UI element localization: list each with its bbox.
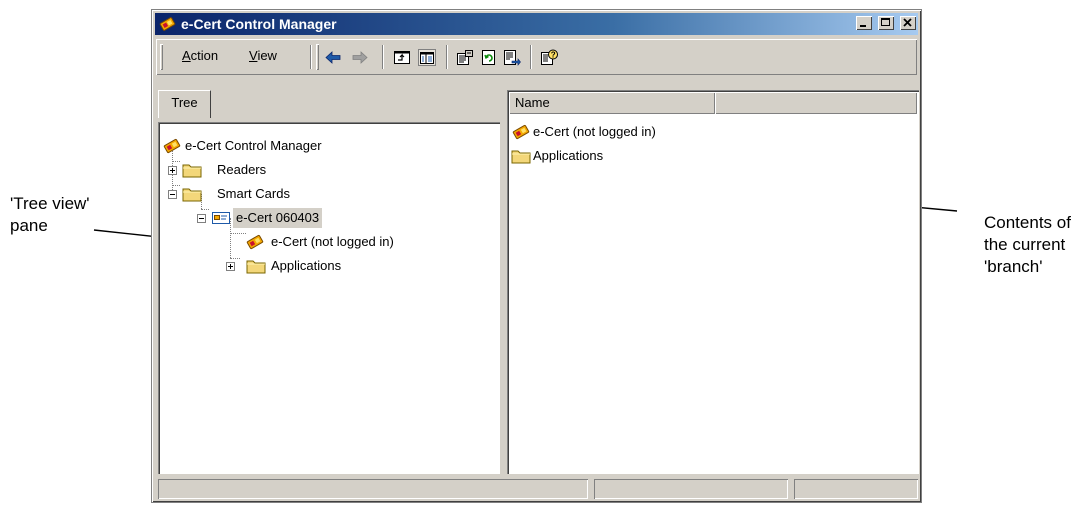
- list-item-label: e-Cert (not logged in): [533, 124, 656, 139]
- tree-item-label: Applications: [271, 258, 342, 273]
- folder-icon: [246, 260, 266, 274]
- expand-plus-icon[interactable]: [168, 166, 177, 175]
- up-one-level-icon[interactable]: [393, 49, 411, 66]
- status-panel-middle: [594, 479, 788, 499]
- back-arrow-icon[interactable]: [324, 49, 342, 66]
- app-window: e-Cert Control Manager Action View ? Tre…: [151, 9, 922, 503]
- window-title: e-Cert Control Manager: [181, 16, 337, 32]
- tree-item-label: e-Cert Control Manager: [185, 138, 322, 153]
- toolbar-separator: [310, 45, 312, 69]
- expand-plus-icon[interactable]: [226, 262, 235, 271]
- properties-icon[interactable]: [456, 49, 474, 66]
- contents-list-pane[interactable]: Name e-Cert (not logged in) Applications: [507, 90, 919, 474]
- menu-action[interactable]: Action: [182, 48, 218, 63]
- refresh-icon[interactable]: [480, 49, 498, 66]
- title-bar[interactable]: e-Cert Control Manager: [155, 13, 918, 35]
- tree-tabstrip: Tree: [158, 90, 503, 118]
- tree-view-pane[interactable]: e-Cert Control Manager Readers Smart Car…: [158, 122, 500, 474]
- tab-tree[interactable]: Tree: [158, 90, 211, 118]
- minimize-button[interactable]: [856, 16, 873, 30]
- close-icon: [903, 18, 912, 27]
- status-panel-right: [794, 479, 918, 499]
- tree-item-label-selected: e-Cert 060403: [233, 208, 323, 228]
- maximize-button[interactable]: [878, 16, 895, 30]
- ecert-app-icon: [159, 17, 176, 31]
- show-hide-tree-icon[interactable]: [418, 49, 436, 66]
- svg-text:?: ?: [551, 51, 556, 60]
- smart-card-icon: [212, 212, 230, 224]
- list-item[interactable]: e-Cert (not logged in): [511, 122, 811, 142]
- tree-item-label: e-Cert (not logged in): [271, 234, 394, 249]
- help-icon[interactable]: ?: [540, 49, 558, 66]
- collapse-minus-icon[interactable]: [197, 214, 206, 223]
- toolbar-separator: [382, 45, 384, 69]
- folder-icon: [511, 150, 531, 164]
- tree-item-label: Smart Cards: [217, 186, 290, 201]
- toolbar-grip[interactable]: [316, 44, 319, 70]
- tree-connector: [230, 233, 246, 235]
- column-header-name[interactable]: Name: [509, 92, 715, 114]
- menu-toolbar: Action View ?: [156, 39, 917, 75]
- list-item-label: Applications: [533, 148, 604, 163]
- tree-item-applications[interactable]: Applications: [226, 256, 456, 276]
- forward-arrow-icon[interactable]: [351, 49, 369, 66]
- ecert-icon: [512, 124, 530, 140]
- minimize-icon: [860, 25, 867, 27]
- tree-item-smart-cards[interactable]: Smart Cards: [168, 184, 468, 204]
- folder-icon: [182, 164, 202, 178]
- collapse-minus-icon[interactable]: [168, 190, 177, 199]
- close-button[interactable]: [900, 16, 916, 30]
- toolbar-separator: [530, 45, 532, 69]
- status-panel-main: [158, 479, 588, 499]
- toolbar-separator: [446, 45, 448, 69]
- maximize-icon: [881, 18, 891, 26]
- folder-icon: [182, 188, 202, 202]
- tree-item-ecert-status[interactable]: e-Cert (not logged in): [245, 232, 475, 252]
- ecert-icon: [246, 234, 264, 250]
- tree-item-root[interactable]: e-Cert Control Manager: [162, 136, 462, 156]
- toolbar-grip[interactable]: [160, 44, 163, 70]
- tree-item-label: Readers: [217, 162, 267, 177]
- menu-view[interactable]: View: [249, 48, 277, 63]
- tree-item-readers[interactable]: Readers: [168, 160, 468, 180]
- status-bar: [156, 477, 917, 501]
- column-header-empty[interactable]: [715, 92, 917, 114]
- tree-item-ecert-060403[interactable]: e-Cert 060403: [197, 208, 457, 228]
- list-item[interactable]: Applications: [511, 146, 811, 166]
- export-list-icon[interactable]: [503, 49, 521, 66]
- ecert-icon: [163, 138, 181, 154]
